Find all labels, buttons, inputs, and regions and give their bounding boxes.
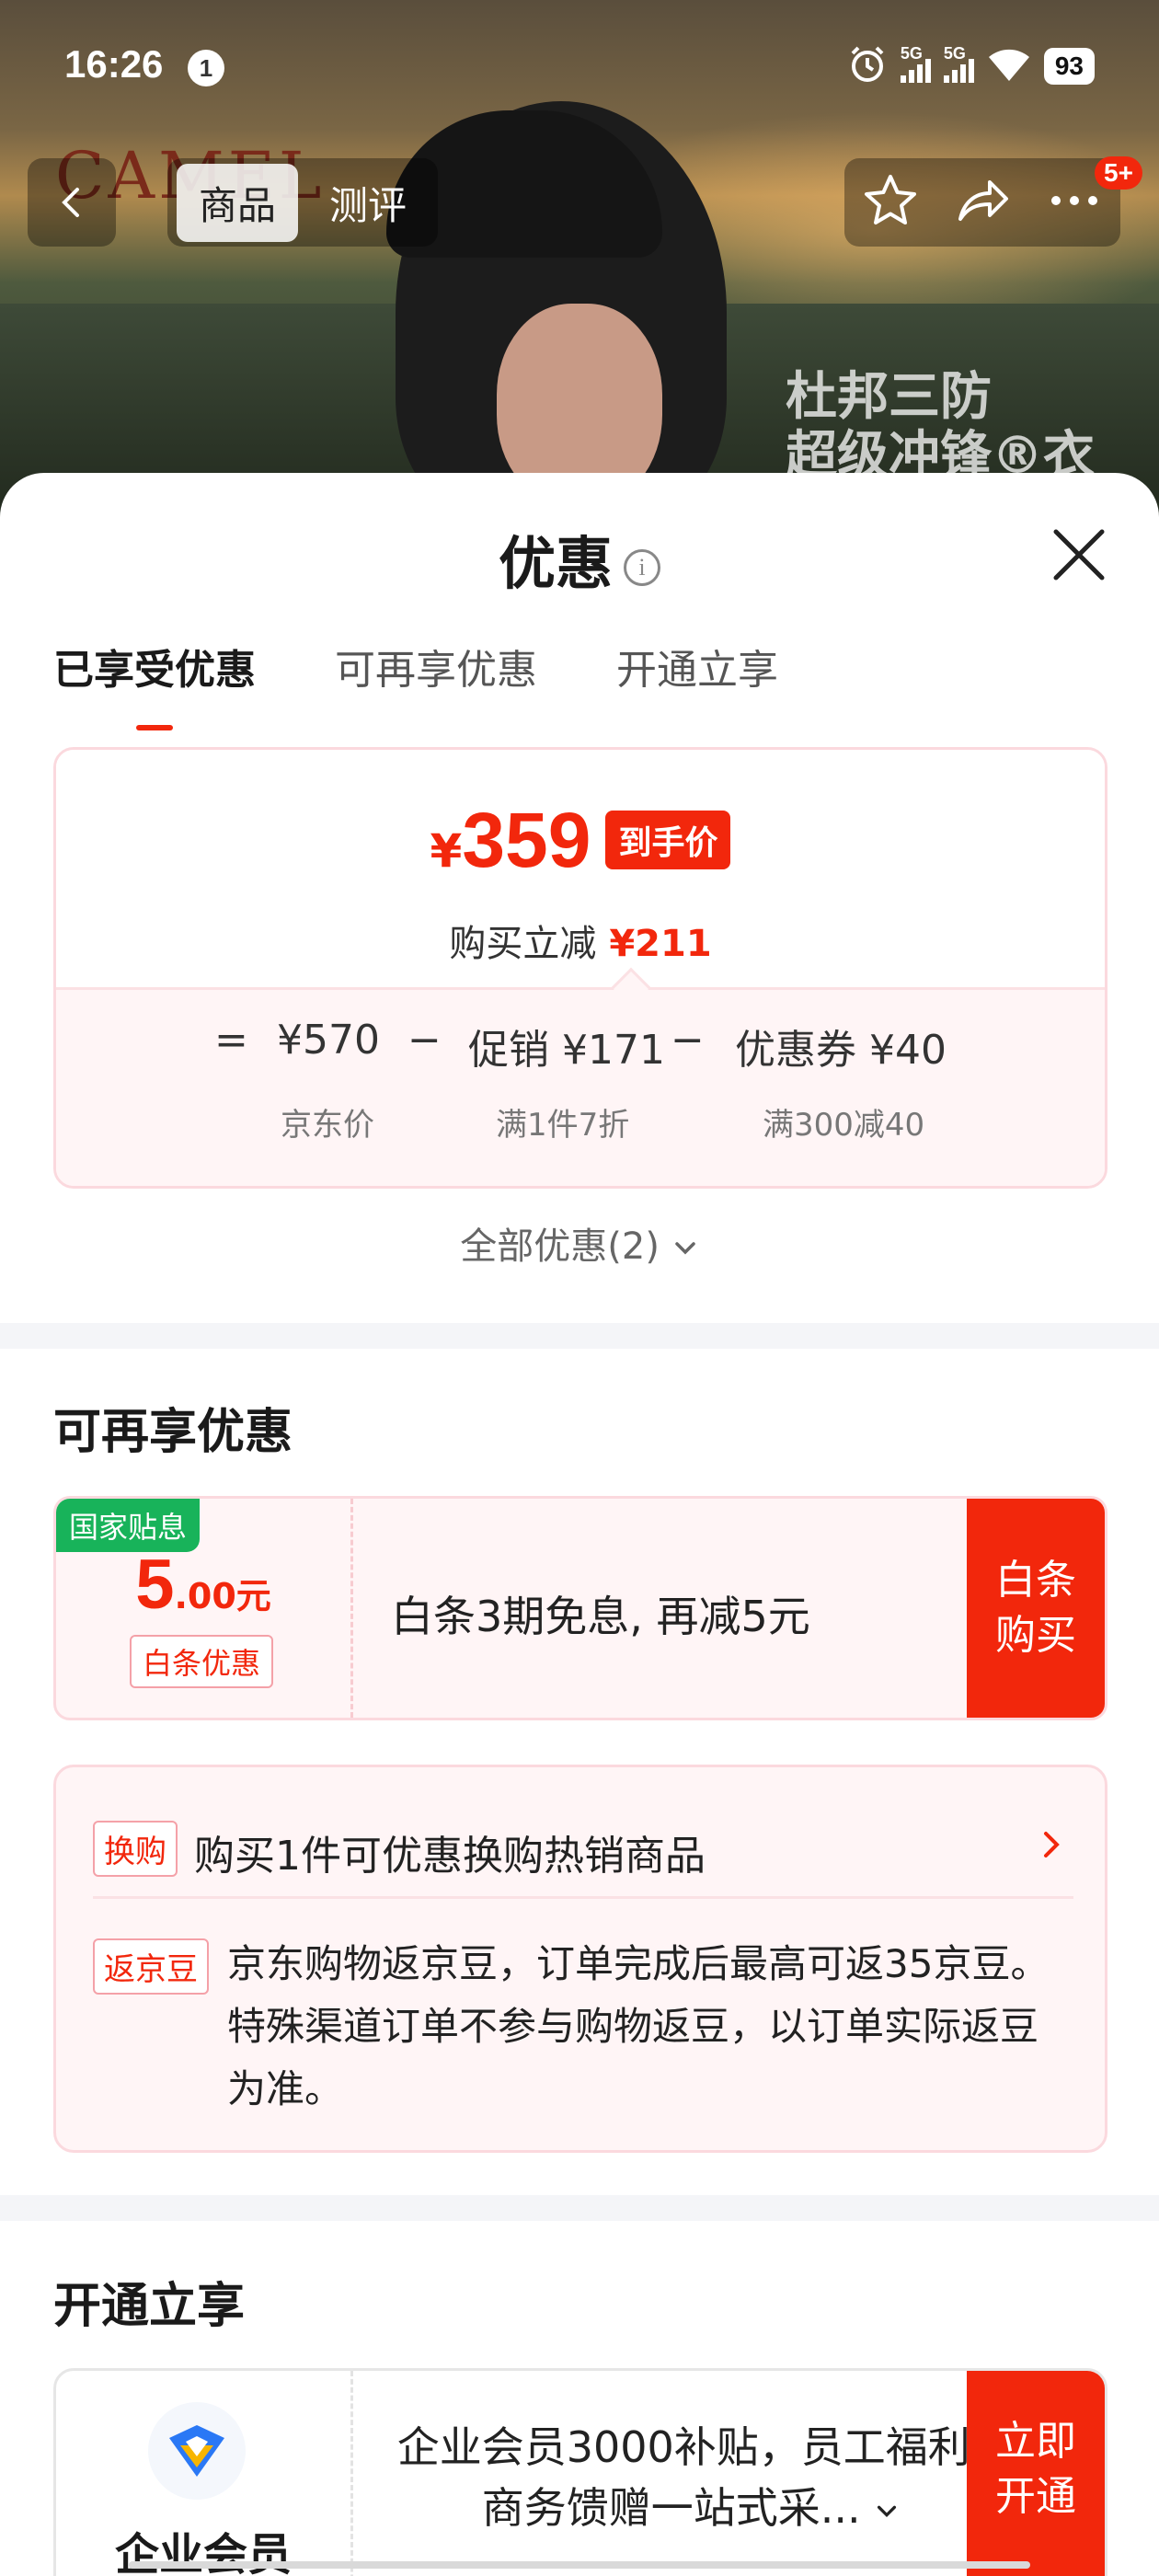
baitiao-label: 白条优惠 — [130, 1635, 274, 1688]
jd-price-label: 京东价 — [281, 1107, 374, 1144]
jd-bean-chip: 返京豆 — [93, 1938, 209, 1995]
enterprise-member-card: 企业会员 企业会员3000补贴，员工福利/商务馈赠一站式采... 立即开通 — [53, 2368, 1107, 2576]
share-icon — [958, 180, 1008, 221]
open-membership-button[interactable]: 立即开通 — [967, 2371, 1105, 2576]
home-indicator[interactable] — [129, 2561, 1030, 2569]
baitiao-offer-card: 国家贴息 5.00元 白条优惠 白条3期免息, 再减5元 白条购买 — [53, 1496, 1107, 1720]
exchange-offer-text[interactable]: 购买1件可优惠换购热销商品 — [194, 1823, 706, 1881]
tab-enjoyed[interactable]: 已享受优惠 — [53, 637, 256, 696]
notification-badge: 1 — [188, 50, 224, 86]
tab-more-available[interactable]: 可再享优惠 — [335, 637, 537, 696]
section-title-open: 开通立享 — [53, 2279, 246, 2334]
close-icon — [1053, 529, 1105, 581]
signal-icon: 5G — [943, 44, 974, 83]
all-offers-toggle[interactable]: 全部优惠(2) — [0, 1216, 1159, 1270]
reduce-summary: 购买立减 ¥211 — [449, 923, 712, 965]
extra-benefits-card: 换购 购买1件可优惠换购热销商品 返京豆 京东购物返京豆，订单完成后最高可返35… — [53, 1765, 1107, 2153]
final-price: ¥359 到手价 — [56, 796, 1105, 885]
baitiao-description: 白条3期免息, 再减5元 — [391, 1592, 810, 1641]
back-button[interactable] — [28, 158, 116, 247]
close-button[interactable] — [1047, 523, 1111, 587]
final-price-tag: 到手价 — [605, 811, 731, 869]
section-divider — [0, 2195, 1159, 2221]
discount-sheet: 优惠 i 已享受优惠 可再享优惠 开通立享 ¥359 到手价 购买立减 ¥211 = … — [0, 473, 1159, 2576]
nav-actions — [844, 158, 1120, 247]
info-icon[interactable]: i — [624, 548, 660, 586]
jd-bean-description: 京东购物返京豆，订单完成后最高可返35京豆。特殊渠道订单不参与购物返豆，以订单实… — [227, 1941, 1050, 2111]
enterprise-member-description[interactable]: 企业会员3000补贴，员工福利/商务馈赠一站式采... — [387, 2417, 994, 2538]
status-time: 16:26 — [64, 42, 164, 86]
product-nav-tabs: 商品 测评 — [167, 158, 439, 247]
discount-tabs: 已享受优惠 可再享优惠 开通立享 — [53, 637, 778, 696]
baitiao-buy-button[interactable]: 白条购买 — [967, 1499, 1105, 1718]
more-icon — [1051, 196, 1097, 205]
alarm-icon — [847, 44, 888, 88]
wifi-icon — [987, 46, 1031, 86]
chevron-down-icon — [674, 1242, 695, 1255]
jd-price: ¥570 — [277, 1017, 380, 1064]
section-divider — [0, 1323, 1159, 1349]
chevron-left-icon — [62, 188, 79, 217]
tab-open-to-enjoy[interactable]: 开通立享 — [616, 637, 778, 696]
message-count-badge: 5+ — [1095, 156, 1142, 190]
more-button[interactable] — [1045, 171, 1104, 234]
promo-label: 满1件7折 — [496, 1107, 630, 1144]
price-breakdown-card: ¥359 到手价 购买立减 ¥211 = ¥570 − 促销 ¥171 − 优惠券 … — [53, 747, 1107, 1189]
exchange-chip: 换购 — [93, 1821, 178, 1877]
signal-icon: 5G — [900, 44, 931, 83]
tab-review[interactable]: 测评 — [307, 164, 429, 242]
chevron-down-icon — [878, 2505, 897, 2517]
tab-product[interactable]: 商品 — [177, 163, 299, 242]
sheet-title: 优惠 i — [0, 517, 1159, 600]
product-promo-text: 杜邦三防 超级冲锋®衣 — [786, 367, 1095, 486]
status-bar: 16:26 1 5G 5G 93 — [0, 0, 1159, 138]
star-icon — [865, 175, 916, 224]
section-title-more: 可再享优惠 — [53, 1405, 293, 1460]
chevron-right-icon[interactable] — [1039, 1826, 1066, 1867]
promo-amount: 促销 ¥171 — [468, 1027, 665, 1074]
enterprise-member-logo-icon — [148, 2402, 246, 2500]
coupon-amount: 优惠券 ¥40 — [735, 1027, 947, 1074]
battery-icon: 93 — [1043, 48, 1095, 85]
favorite-button[interactable] — [861, 171, 920, 234]
coupon-label: 满300减40 — [763, 1107, 925, 1144]
baitiao-amount: 5.00元 — [135, 1546, 271, 1624]
share-button[interactable] — [953, 171, 1012, 234]
